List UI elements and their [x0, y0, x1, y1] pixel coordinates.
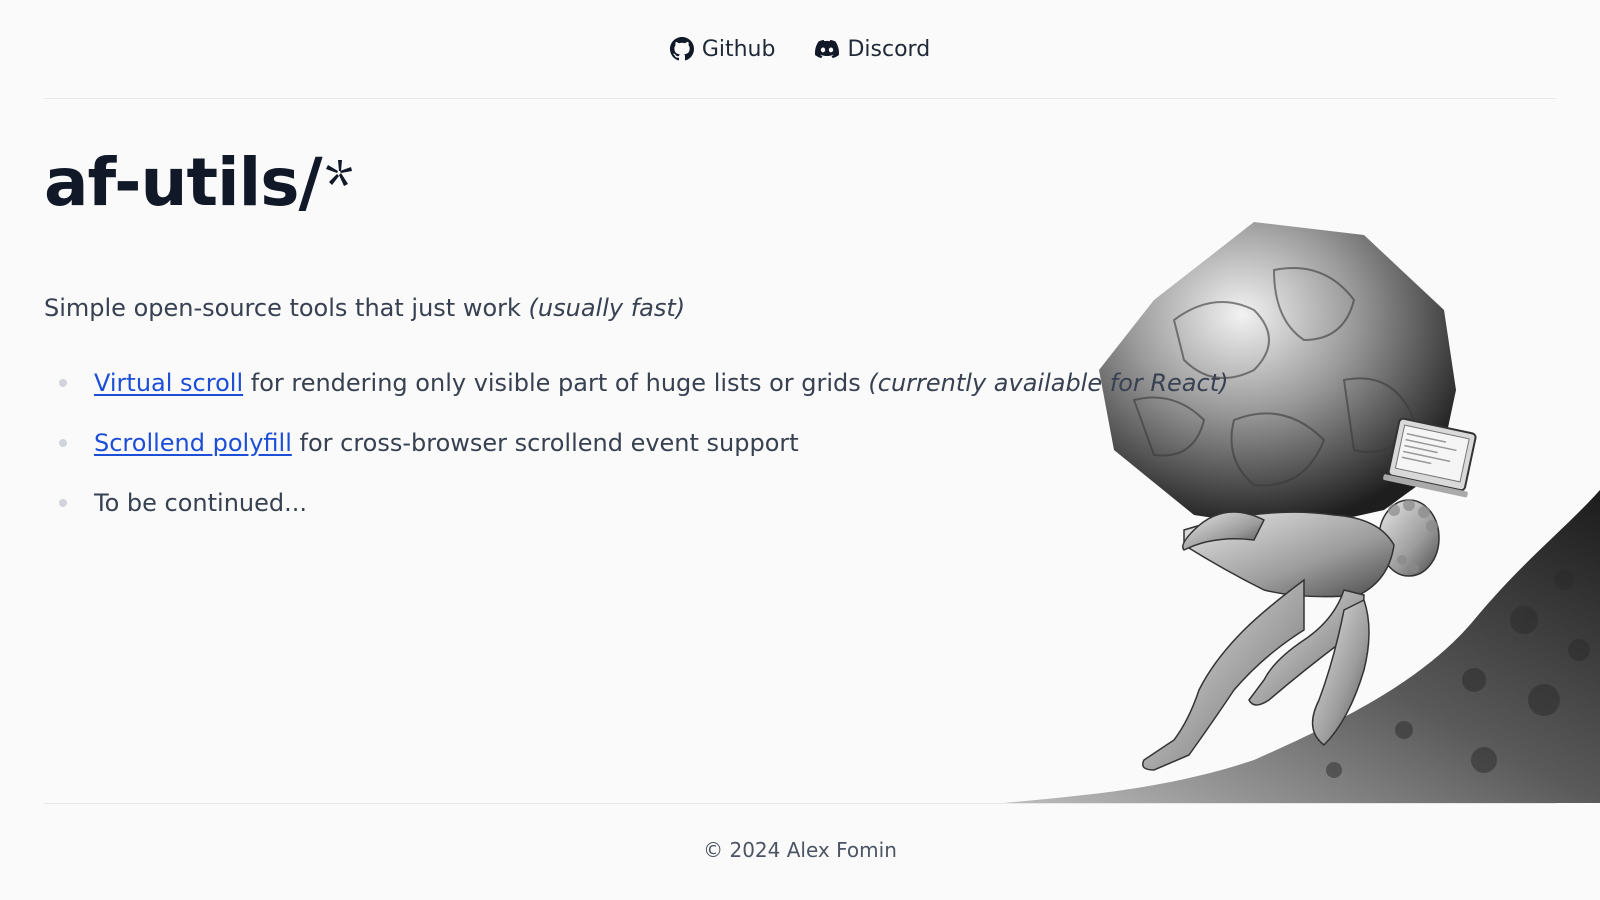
- list-item-text: To be continued...: [94, 489, 307, 517]
- github-icon: [669, 37, 694, 61]
- footer-divider: [44, 803, 1556, 804]
- tagline: Simple open-source tools that just work …: [44, 294, 685, 322]
- tagline-text: Simple open-source tools that just work: [44, 294, 521, 322]
- scrollend-polyfill-link[interactable]: Scrollend polyfill: [94, 429, 292, 457]
- list-item-note: (currently available for React): [868, 369, 1229, 397]
- github-label: Github: [701, 36, 776, 62]
- header-divider: [44, 98, 1556, 99]
- title-block: af-utils/: [44, 150, 354, 216]
- discord-label: Discord: [847, 36, 931, 62]
- discord-icon: [815, 39, 840, 59]
- footer-copyright: © 2024 Alex Fomin: [703, 838, 897, 862]
- list-item-text: for cross-browser scrollend event suppor…: [291, 429, 799, 457]
- page: Github Discord af-utils/ Simple open-sou…: [0, 0, 1600, 900]
- bullet-icon: [59, 379, 67, 387]
- discord-link[interactable]: Discord: [815, 37, 930, 62]
- virtual-scroll-link[interactable]: Virtual scroll: [94, 369, 243, 397]
- tools-list: Virtual scroll for rendering only visibl…: [44, 368, 1228, 548]
- asterisk-star-icon: [325, 160, 352, 186]
- bullet-icon: [59, 499, 67, 507]
- github-link[interactable]: Github: [669, 36, 776, 62]
- list-item: Virtual scroll for rendering only visibl…: [44, 368, 1228, 398]
- bullet-icon: [59, 439, 67, 447]
- list-item-text: for rendering only visible part of huge …: [243, 369, 869, 397]
- top-nav: Github Discord: [0, 0, 1600, 98]
- tagline-note: (usually fast): [528, 294, 686, 322]
- list-item: To be continued...: [44, 488, 1228, 518]
- list-item: Scrollend polyfill for cross-browser scr…: [44, 428, 1228, 458]
- page-title: af-utils/: [44, 144, 323, 221]
